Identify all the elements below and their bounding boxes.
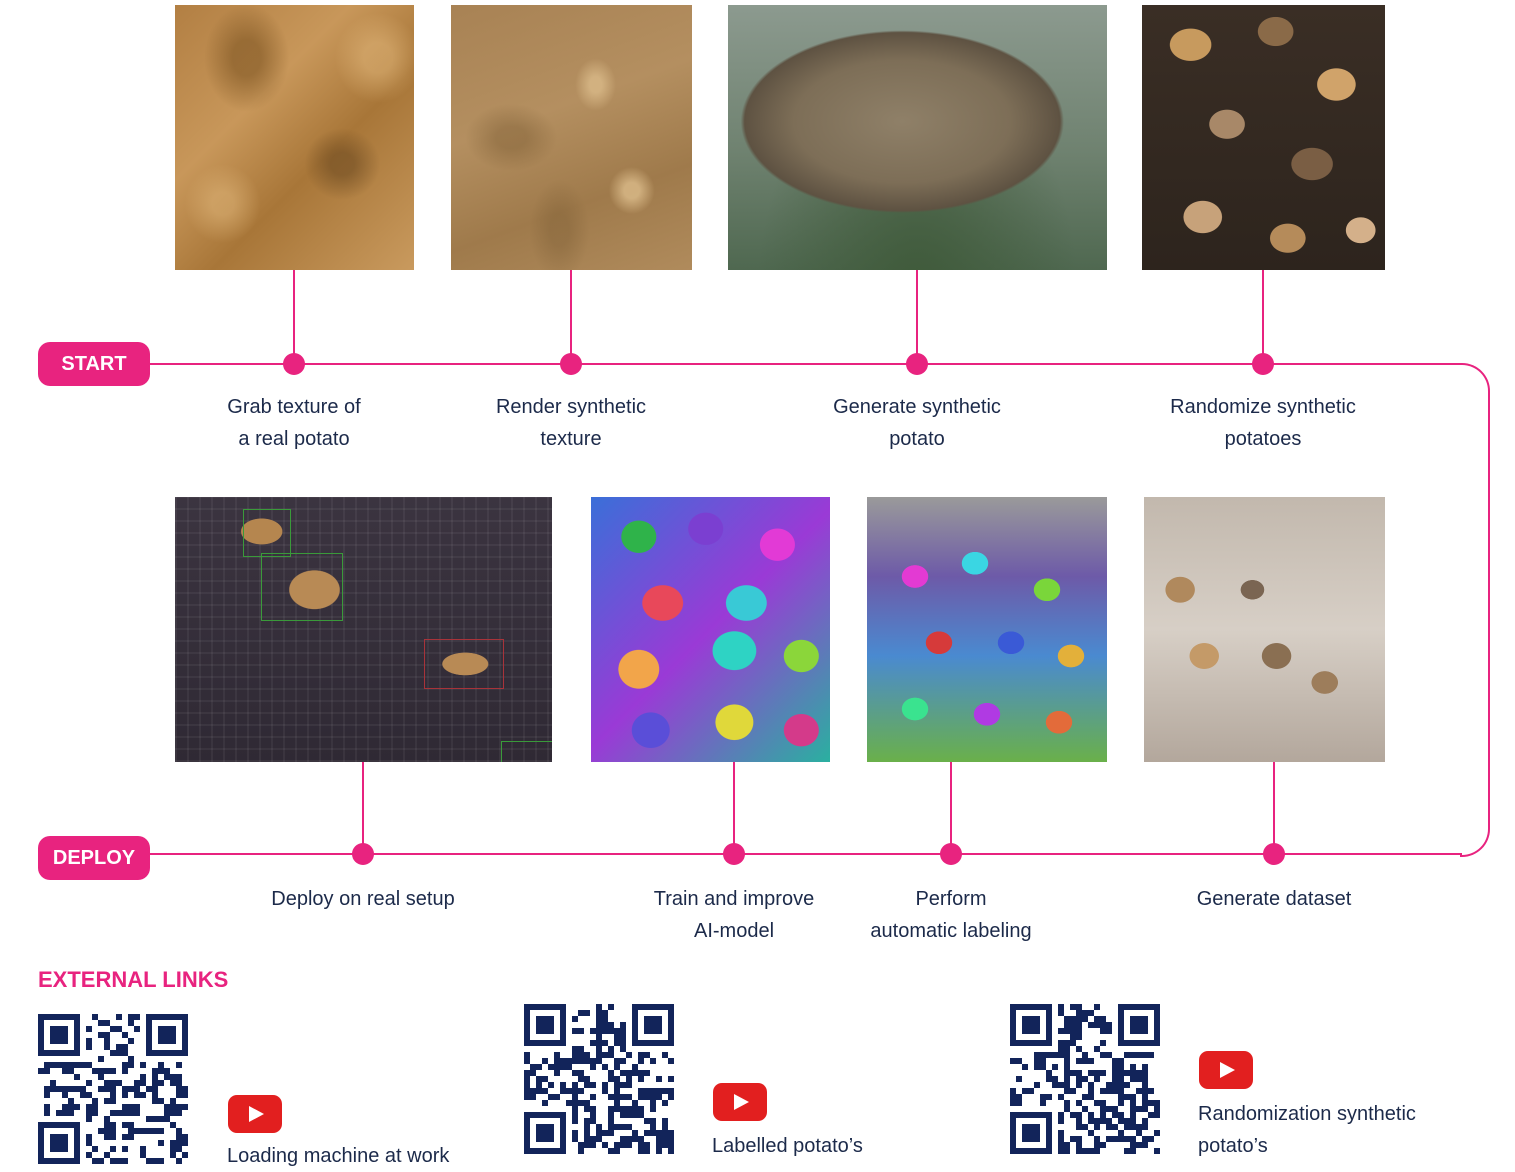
timeline-dot — [352, 843, 374, 865]
randomized-potatoes-image — [1142, 5, 1385, 270]
timeline-curve — [1460, 363, 1490, 857]
detection-box — [243, 509, 291, 557]
qr-code[interactable] — [524, 1004, 674, 1154]
real-setup-detection-image — [175, 497, 552, 762]
external-links-heading: EXTERNAL LINKS — [38, 967, 229, 992]
connector-line — [950, 762, 952, 854]
detection-box — [501, 741, 552, 762]
real-potato-texture-image — [175, 5, 414, 270]
step-caption: Perform automatic labeling — [870, 888, 1032, 942]
detection-box — [424, 639, 504, 689]
timeline-dot — [940, 843, 962, 865]
connector-line — [1273, 762, 1275, 854]
connector-line — [1262, 270, 1264, 364]
timeline-dot — [906, 353, 928, 375]
external-link-label[interactable]: Labelled potato’s — [712, 1130, 863, 1162]
detection-box — [261, 553, 343, 621]
connector-line — [293, 270, 295, 364]
qr-code[interactable] — [38, 1014, 188, 1164]
timeline-dot — [560, 353, 582, 375]
timeline-dot — [283, 353, 305, 375]
youtube-icon[interactable] — [713, 1083, 767, 1121]
youtube-icon[interactable] — [1199, 1051, 1253, 1089]
step-caption: Train and improve AI-model — [653, 888, 815, 942]
connector-line — [570, 270, 572, 364]
timeline-dot — [1263, 843, 1285, 865]
connector-line — [733, 762, 735, 854]
dataset-render-image — [1144, 497, 1385, 762]
step-caption: Deploy on real setup — [271, 888, 455, 910]
timeline-dot — [723, 843, 745, 865]
connector-line — [362, 762, 364, 854]
timeline-dot — [1252, 353, 1274, 375]
step-caption: Generate synthetic potato — [833, 396, 1001, 450]
connector-line — [916, 270, 918, 364]
qr-code[interactable] — [1010, 1004, 1160, 1154]
step-caption: Generate dataset — [1196, 888, 1352, 910]
youtube-icon[interactable] — [228, 1095, 282, 1133]
step-caption: Grab texture of a real potato — [227, 396, 361, 450]
external-link-label[interactable]: Randomization synthetic potato’s — [1198, 1098, 1416, 1162]
external-link-label[interactable]: Loading machine at work — [227, 1140, 449, 1172]
segmented-potatoes-image — [591, 497, 830, 762]
step-caption: Randomize synthetic potatoes — [1170, 396, 1356, 450]
step-caption: Render synthetic texture — [495, 396, 647, 450]
auto-labeled-potatoes-image — [867, 497, 1107, 762]
synthetic-texture-image — [451, 5, 692, 270]
start-pill: START — [38, 342, 150, 386]
synthetic-potato-image — [728, 5, 1107, 270]
deploy-pill: DEPLOY — [38, 836, 150, 880]
